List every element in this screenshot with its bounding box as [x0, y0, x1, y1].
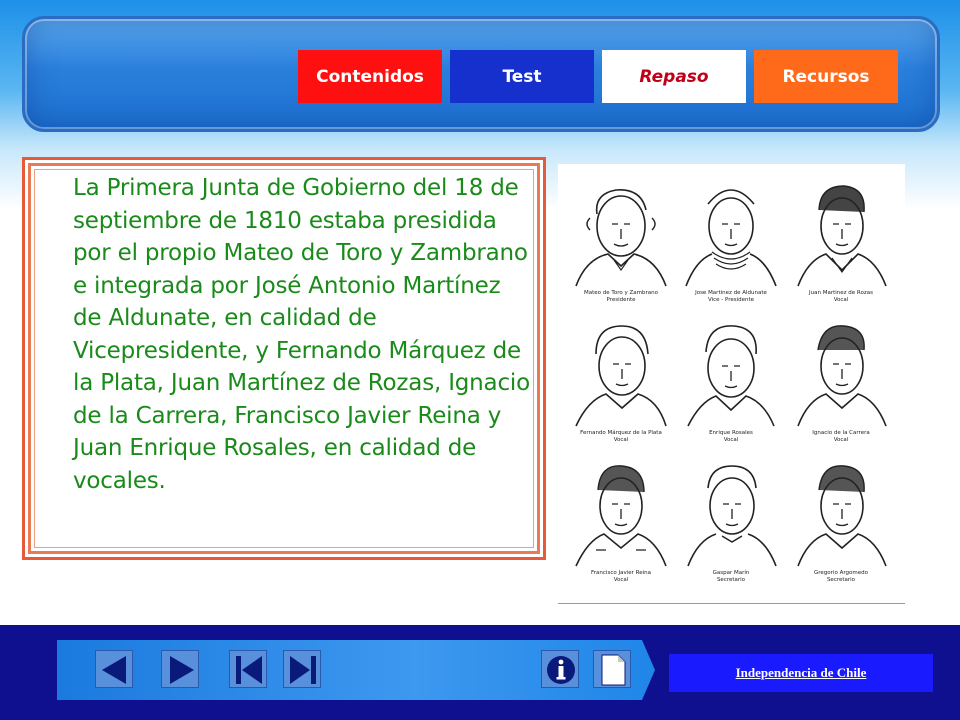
portrait-name: Juan Martinez de Rozas Vocal: [809, 290, 873, 303]
portraits-illustration: Mateo de Toro y Zambrano Presidente Jose …: [558, 164, 905, 604]
portrait-name: Gregorio Argomedo Secretario: [814, 570, 868, 583]
portrait-drawing: [797, 325, 887, 427]
body-text: La Primera Junta de Gobierno del 18 de s…: [73, 175, 530, 494]
portrait-drawing: [575, 465, 667, 567]
tab-repaso[interactable]: Repaso: [602, 50, 746, 103]
footer-title[interactable]: Independencia de Chile: [736, 665, 867, 681]
tab-test[interactable]: Test: [450, 50, 594, 103]
portrait-5: Enrique Rosales Vocal: [676, 314, 786, 454]
portrait-4: Fernando Márquez de la Plata Vocal: [566, 314, 676, 454]
page-icon: [601, 654, 626, 686]
portrait-3: Juan Martinez de Rozas Vocal: [786, 174, 896, 314]
portrait-6: Ignacio de la Carrera Vocal: [786, 314, 896, 454]
portrait-drawing: [687, 325, 775, 427]
last-icon: [290, 656, 316, 684]
portrait-name: Ignacio de la Carrera Vocal: [812, 430, 870, 443]
portrait-drawing: [575, 189, 667, 287]
portrait-name: Jose Martinez de Aldunate Vice - Presiden…: [695, 290, 767, 303]
page-button[interactable]: [593, 650, 631, 688]
portrait-7: Francisco Javier Reina Vocal: [566, 454, 676, 594]
previous-button[interactable]: [95, 650, 133, 688]
tab-contenidos[interactable]: Contenidos: [298, 50, 442, 103]
portrait-1: Mateo de Toro y Zambrano Presidente: [566, 174, 676, 314]
next-icon: [170, 656, 194, 684]
tab-recursos[interactable]: Recursos: [754, 50, 898, 103]
first-button[interactable]: [229, 650, 267, 688]
portrait-drawing: [687, 465, 777, 567]
portrait-drawing: [797, 465, 887, 567]
portrait-2: Jose Martinez de Aldunate Vice - Presiden…: [676, 174, 786, 314]
portrait-name: Fernando Márquez de la Plata Vocal: [580, 430, 662, 443]
next-button[interactable]: [161, 650, 199, 688]
text-frame: La Primera Junta de Gobierno del 18 de s…: [22, 157, 546, 560]
footer-title-box[interactable]: Independencia de Chile: [669, 654, 933, 692]
tab-bar: Contenidos Test Repaso Recursos: [298, 50, 898, 103]
portrait-drawing: [685, 189, 777, 287]
first-icon: [236, 656, 262, 684]
portrait-drawing: [575, 325, 667, 427]
portrait-9: Gregorio Argomedo Secretario: [786, 454, 896, 594]
portrait-name: Gaspar Marín Secretario: [712, 570, 750, 583]
portrait-8: Gaspar Marín Secretario: [676, 454, 786, 594]
previous-icon: [102, 656, 126, 684]
portrait-name: Enrique Rosales Vocal: [709, 430, 753, 443]
nav-bar: [57, 640, 655, 700]
portrait-drawing: [797, 185, 887, 287]
info-button[interactable]: [541, 650, 579, 688]
portrait-name: Mateo de Toro y Zambrano Presidente: [584, 290, 658, 303]
last-button[interactable]: [283, 650, 321, 688]
portrait-name: Francisco Javier Reina Vocal: [591, 570, 651, 583]
info-icon: [547, 656, 575, 684]
